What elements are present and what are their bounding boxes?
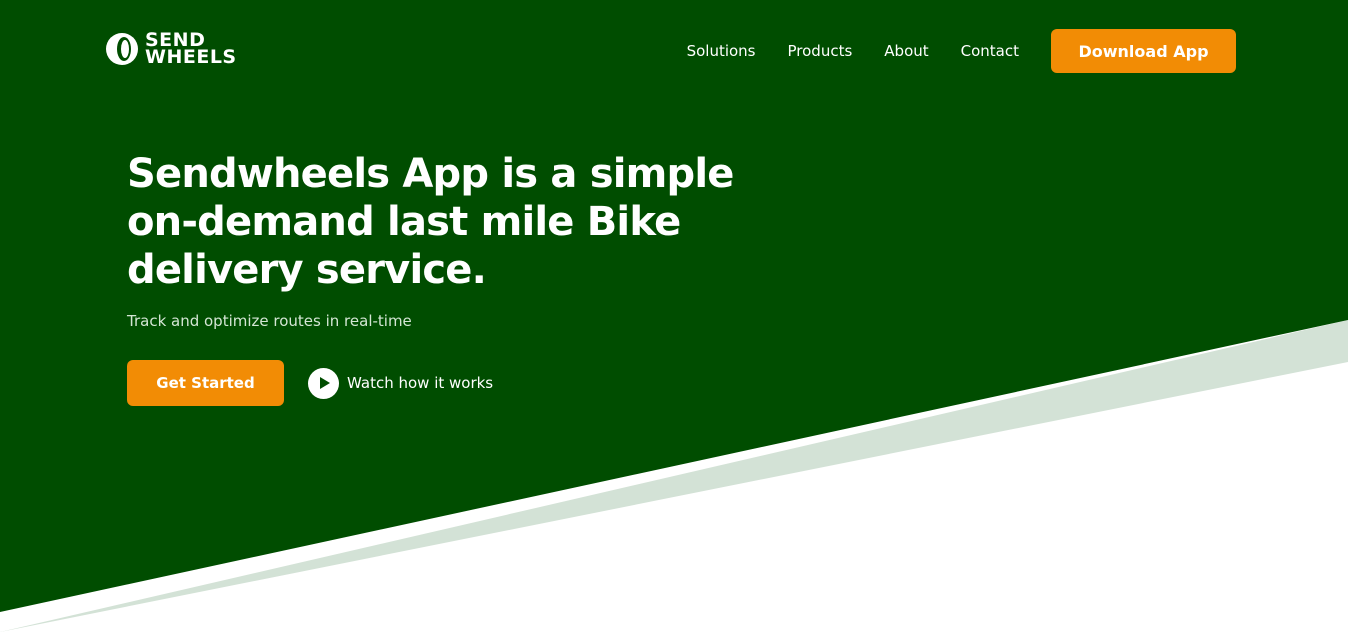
nav-contact[interactable]: Contact	[961, 42, 1019, 60]
brand-name-line2: WHEELS	[145, 46, 237, 68]
nav-solutions[interactable]: Solutions	[687, 42, 756, 60]
play-triangle-icon	[319, 377, 330, 389]
hero-cta-row: Get Started Watch how it works	[127, 360, 493, 406]
hero-headline: Sendwheels App is a simple on-demand las…	[127, 151, 734, 293]
nav-about[interactable]: About	[884, 42, 928, 60]
nav-products[interactable]: Products	[788, 42, 853, 60]
top-nav: Solutions Products About Contact Downloa…	[687, 29, 1236, 73]
get-started-button[interactable]: Get Started	[127, 360, 284, 406]
download-app-button[interactable]: Download App	[1051, 29, 1236, 73]
brand-wordmark: SEND WHEELS	[145, 31, 237, 68]
play-icon[interactable]	[308, 367, 339, 399]
brand-logo[interactable]: SEND WHEELS	[105, 31, 237, 68]
watch-label: Watch how it works	[347, 374, 494, 392]
wheel-logo-icon	[106, 33, 138, 65]
hero-subhead: Track and optimize routes in real-time	[127, 312, 412, 330]
watch-how-it-works-link[interactable]: Watch how it works	[308, 367, 494, 399]
